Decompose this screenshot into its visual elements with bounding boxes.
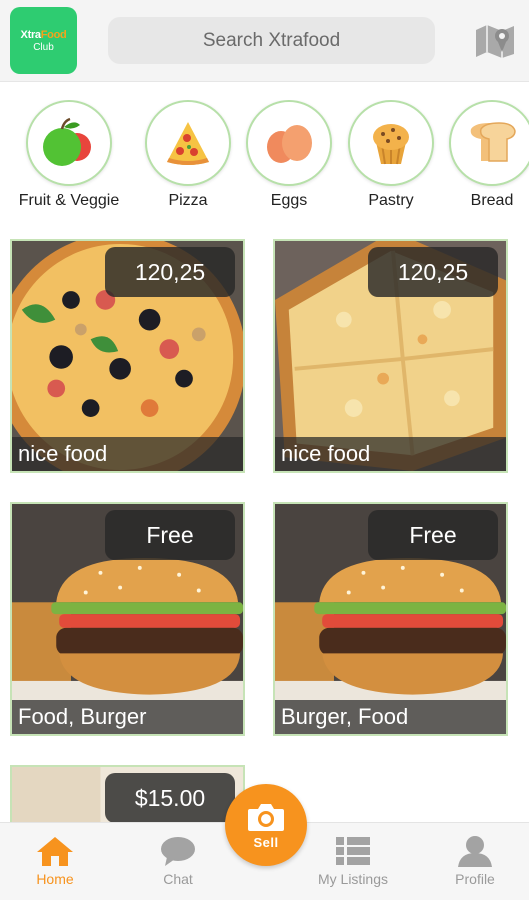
listing-title: Food, Burger [12,700,243,734]
category-strip: Fruit & Veggie Pizza Eggs Pastry Bread [0,100,529,218]
sell-label: Sell [253,834,279,850]
nav-home[interactable]: Home [5,835,105,887]
listing-card[interactable]: $15.00 [10,765,245,825]
nav-profile-label: Profile [455,871,495,887]
nav-home-label: Home [36,871,74,887]
category-fruit-veggie[interactable]: Fruit & Veggie [14,100,124,210]
map-icon[interactable] [474,22,516,60]
app-logo[interactable]: XtraFood Club [10,7,77,74]
camera-icon [248,803,284,831]
search-input[interactable]: Search Xtrafood [108,17,435,64]
category-pastry[interactable]: Pastry [336,100,446,210]
logo-text-xtra: Xtra [20,28,42,41]
nav-profile[interactable]: Profile [425,835,525,887]
listing-title: Burger, Food [275,700,506,734]
sell-button[interactable]: Sell [225,784,307,866]
listing-card[interactable]: 120,25 nice food [273,239,508,473]
pastry-icon [348,100,434,186]
category-label: Fruit & Veggie [18,192,120,209]
category-label: Pizza [168,192,208,209]
pizza-icon [145,100,231,186]
listing-card[interactable]: Free Food, Burger [10,502,245,736]
top-header: XtraFood Club Search Xtrafood [0,0,529,82]
eggs-icon [246,100,332,186]
price-badge: $15.00 [105,773,235,823]
category-label: Pastry [368,192,414,209]
listing-title: nice food [12,437,243,471]
price-badge: Free [368,510,498,560]
category-bread[interactable]: Bread [437,100,529,210]
bread-icon [449,100,529,186]
listing-card[interactable]: 120,25 nice food [10,239,245,473]
profile-icon [458,836,492,867]
nav-chat-label: Chat [163,871,193,887]
nav-chat[interactable]: Chat [128,835,228,887]
list-icon [336,837,370,865]
category-pizza[interactable]: Pizza [133,100,243,210]
fruit-icon [26,100,112,186]
category-eggs[interactable]: Eggs [234,100,344,210]
nav-my-listings[interactable]: My Listings [303,835,403,887]
logo-text-club: Club [33,41,54,53]
nav-my-listings-label: My Listings [317,871,389,887]
logo-text-food: Food [40,28,67,41]
home-icon [37,837,73,866]
search-placeholder: Search Xtrafood [202,29,341,51]
price-badge: 120,25 [368,247,498,297]
listing-card[interactable]: Free Burger, Food [273,502,508,736]
price-badge: Free [105,510,235,560]
category-label: Bread [470,192,514,209]
chat-icon [161,837,195,866]
price-badge: 120,25 [105,247,235,297]
listing-title: nice food [275,437,506,471]
category-label: Eggs [270,192,308,209]
